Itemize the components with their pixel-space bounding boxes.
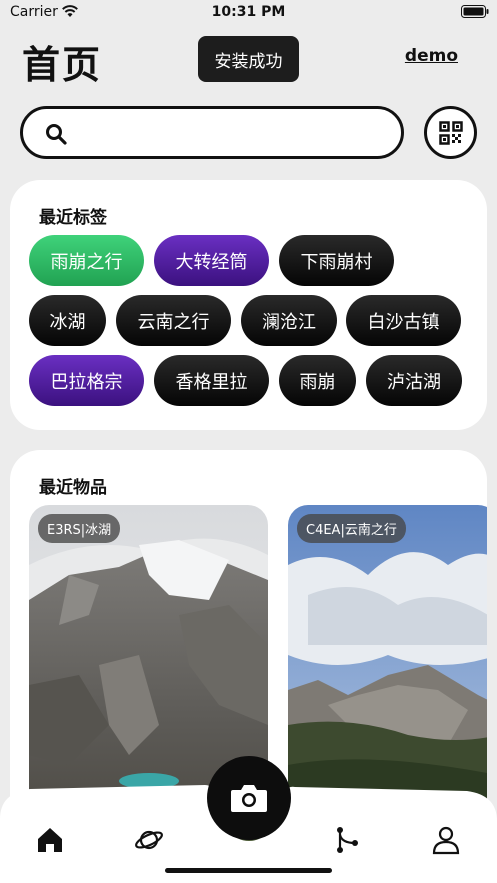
search-box[interactable]: [20, 106, 404, 159]
tag-chip[interactable]: 雨崩之行: [29, 235, 144, 286]
item-label: C4EA|云南之行: [297, 514, 406, 543]
search-icon: [46, 124, 67, 145]
user-link[interactable]: demo: [405, 46, 458, 66]
tag-chip[interactable]: 云南之行: [116, 295, 231, 346]
tag-chip[interactable]: 澜沧江: [241, 295, 337, 346]
recent-items-title: 最近物品: [39, 478, 107, 498]
planet-icon[interactable]: [134, 825, 164, 855]
tag-chip[interactable]: 白沙古镇: [346, 295, 461, 346]
recent-tags-title: 最近标签: [39, 208, 107, 228]
branch-icon[interactable]: [332, 825, 362, 855]
tag-chip[interactable]: 泸沽湖: [366, 355, 462, 406]
search-input[interactable]: [81, 117, 391, 149]
battery-icon: [461, 5, 489, 18]
camera-icon: [231, 785, 267, 812]
tag-chip[interactable]: 下雨崩村: [279, 235, 394, 286]
status-time: 10:31 PM: [211, 4, 286, 20]
toast-message: 安装成功: [198, 36, 299, 82]
recent-tags-card: 最近标签 雨崩之行 大转经筒 下雨崩村 冰湖 云南之行 澜沧江 白沙古镇 巴拉格…: [10, 180, 487, 430]
camera-button[interactable]: [207, 756, 291, 840]
qr-scan-button[interactable]: [424, 106, 477, 159]
home-indicator: [165, 868, 332, 873]
tag-chip[interactable]: 香格里拉: [154, 355, 269, 406]
tag-chip[interactable]: 冰湖: [29, 295, 106, 346]
tag-chip[interactable]: 雨崩: [279, 355, 356, 406]
status-bar: Carrier 10:31 PM: [0, 0, 497, 26]
tag-chip[interactable]: 大转经筒: [154, 235, 269, 286]
item-label: E3RS|冰湖: [38, 514, 121, 543]
tag-chip[interactable]: 巴拉格宗: [29, 355, 144, 406]
page-title: 首页: [22, 43, 103, 87]
home-icon[interactable]: [35, 825, 65, 855]
user-icon[interactable]: [431, 825, 461, 855]
qr-code-icon: [438, 120, 463, 145]
